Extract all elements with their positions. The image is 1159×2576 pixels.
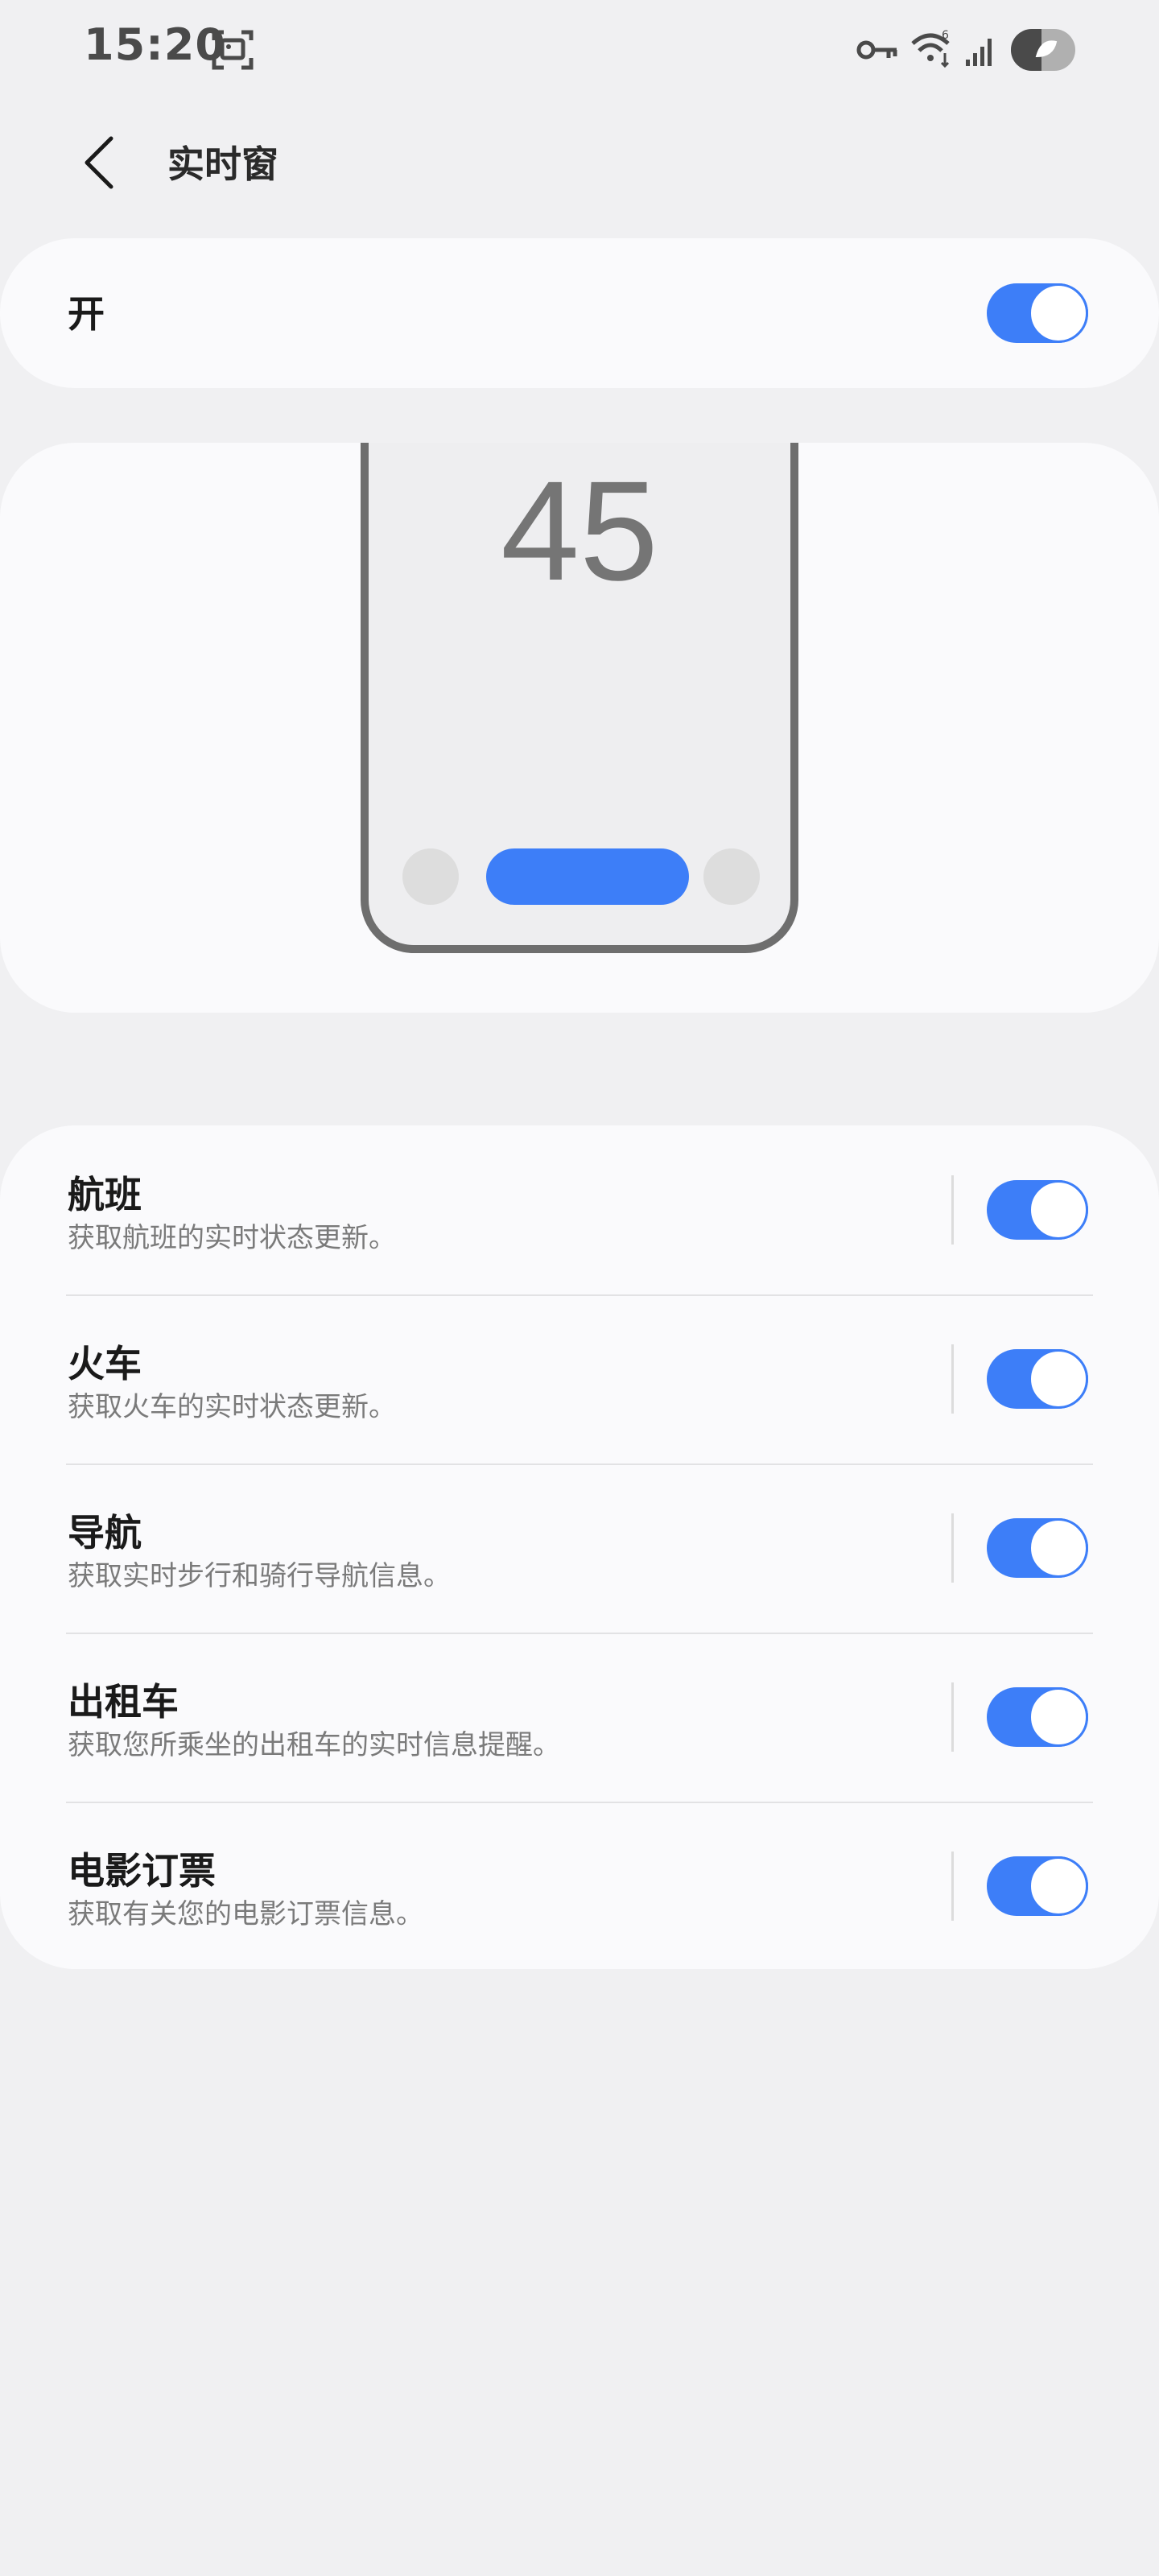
- toggle-knob: [1029, 1349, 1088, 1409]
- preview-dot-left: [402, 848, 459, 905]
- svg-text:6: 6: [942, 29, 949, 42]
- preview-pill: [486, 848, 689, 905]
- list-item-subtitle: 获取火车的实时状态更新。: [68, 1391, 396, 1423]
- battery-saver-icon: [1011, 29, 1075, 71]
- status-bar: 15:20 6: [0, 0, 1159, 89]
- divider: [951, 1513, 954, 1583]
- preview-dot-right: [703, 848, 760, 905]
- toggle-taxi[interactable]: [987, 1687, 1088, 1747]
- live-window-list: 航班 获取航班的实时状态更新。 火车 获取火车的实时状态更新。 导航 获取实时步…: [0, 1125, 1159, 1969]
- toggle-movie-tickets[interactable]: [987, 1856, 1088, 1916]
- toggle-flight[interactable]: [987, 1180, 1088, 1240]
- header: 实时窗: [0, 113, 1159, 209]
- back-button[interactable]: [72, 130, 129, 195]
- list-item-title: 电影订票: [68, 1849, 216, 1893]
- master-toggle-label: 开: [68, 292, 105, 336]
- list-item-taxi[interactable]: 出租车 获取您所乘坐的出租车的实时信息提醒。: [0, 1633, 1159, 1802]
- list-item-subtitle: 获取航班的实时状态更新。: [68, 1222, 396, 1254]
- list-item-movie-tickets[interactable]: 电影订票 获取有关您的电影订票信息。: [0, 1802, 1159, 1971]
- divider: [951, 1852, 954, 1921]
- key-icon: [856, 40, 897, 60]
- toggle-knob: [1029, 1687, 1088, 1747]
- list-item-title: 导航: [68, 1511, 142, 1554]
- list-item-subtitle: 获取您所乘坐的出租车的实时信息提醒。: [68, 1729, 560, 1761]
- toggle-knob: [1029, 1518, 1088, 1578]
- chevron-left-icon: [85, 136, 113, 189]
- list-item-subtitle: 获取有关您的电影订票信息。: [68, 1898, 423, 1930]
- toggle-knob: [1029, 283, 1088, 343]
- list-item-flight[interactable]: 航班 获取航班的实时状态更新。: [0, 1125, 1159, 1294]
- divider: [951, 1175, 954, 1245]
- divider: [951, 1682, 954, 1752]
- toggle-knob: [1029, 1856, 1088, 1916]
- signal-icon: [966, 39, 992, 66]
- master-toggle-card[interactable]: 开: [0, 238, 1159, 388]
- master-toggle[interactable]: [987, 283, 1088, 343]
- page-title: 实时窗: [167, 142, 278, 186]
- list-item-subtitle: 获取实时步行和骑行导航信息。: [68, 1560, 451, 1592]
- status-time: 15:20: [84, 19, 226, 70]
- toggle-knob: [1029, 1180, 1088, 1240]
- toggle-navigation[interactable]: [987, 1518, 1088, 1578]
- divider: [951, 1344, 954, 1414]
- list-item-title: 火车: [68, 1342, 142, 1385]
- list-item-title: 航班: [68, 1173, 142, 1216]
- toggle-train[interactable]: [987, 1349, 1088, 1409]
- preview-card: 45: [0, 443, 1159, 1013]
- list-item-navigation[interactable]: 导航 获取实时步行和骑行导航信息。: [0, 1463, 1159, 1633]
- wifi-icon: 6: [911, 29, 950, 68]
- list-item-train[interactable]: 火车 获取火车的实时状态更新。: [0, 1294, 1159, 1463]
- phone-illustration: 45: [361, 443, 798, 953]
- screenshot-icon: [212, 30, 254, 70]
- list-item-title: 出租车: [68, 1680, 179, 1724]
- preview-number: 45: [501, 452, 658, 610]
